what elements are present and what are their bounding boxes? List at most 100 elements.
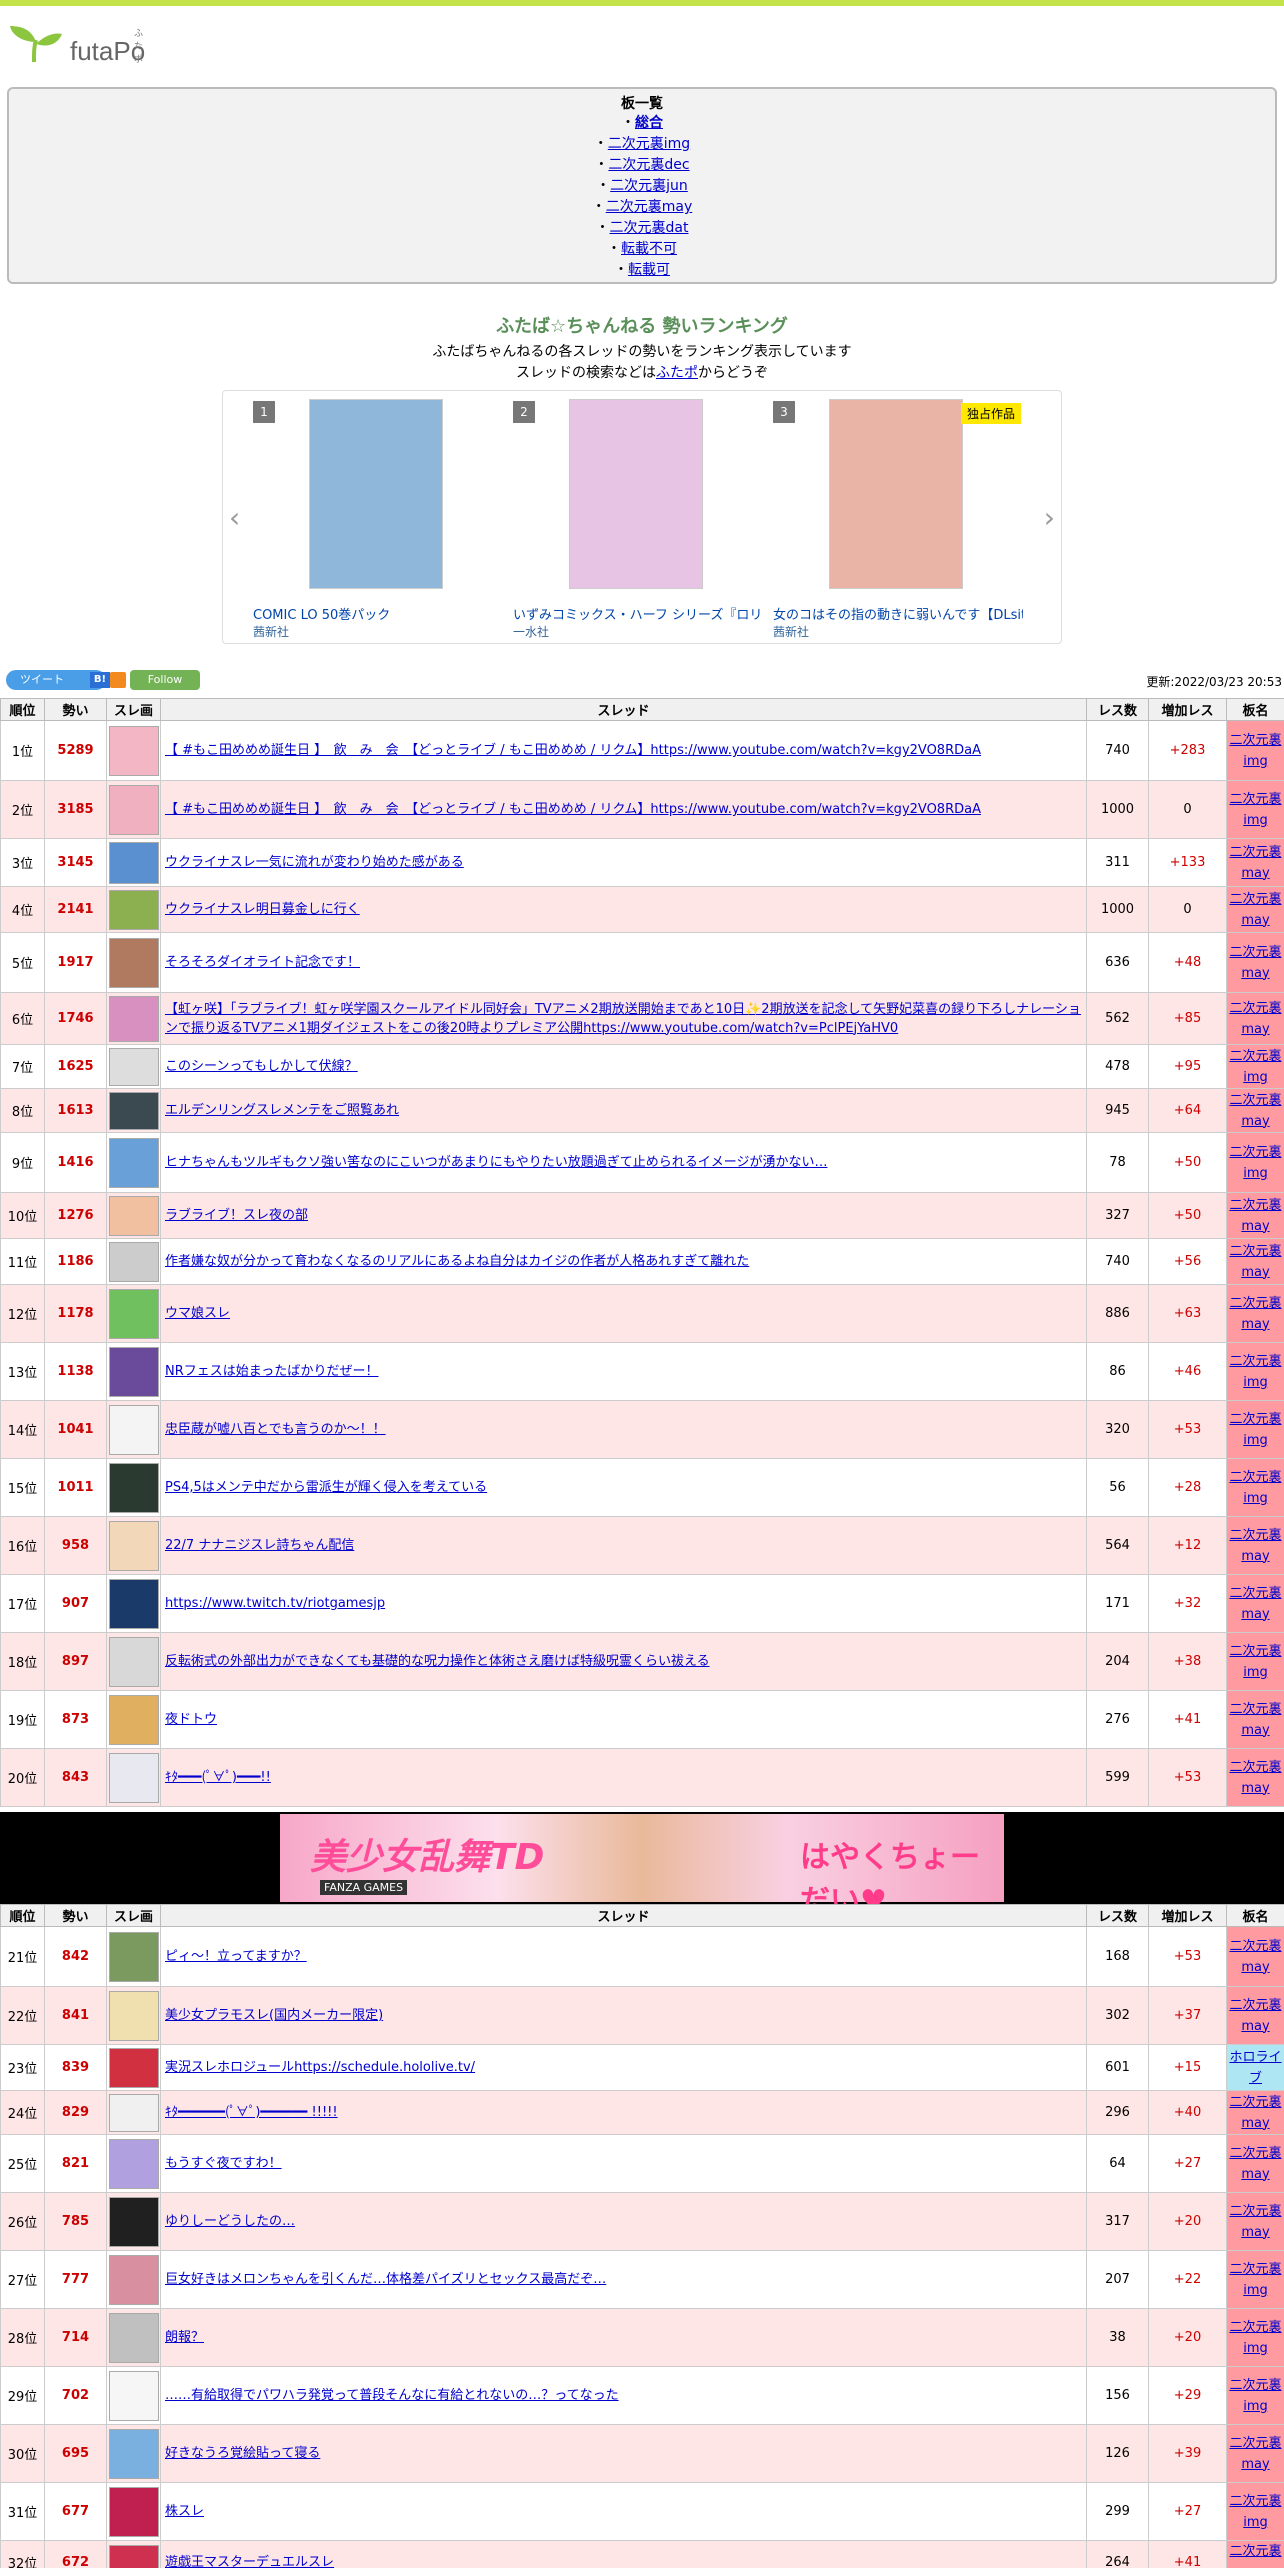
board-name-link[interactable]: 二次元裏may	[1229, 2095, 1281, 2131]
thread-thumbnail[interactable]	[108, 2093, 159, 2132]
thread-link[interactable]: 【 #もこ田めめめ誕生日 】 飲 み 会 【どっとライブ / もこ田めめめ / …	[165, 802, 981, 817]
follow-button[interactable]: Follow	[130, 670, 200, 690]
thread-link[interactable]: 美少女プラモスレ(国内メーカー限定)	[165, 2008, 383, 2023]
thread-thumbnail[interactable]	[108, 2545, 159, 2568]
thread-thumbnail[interactable]	[108, 2196, 159, 2247]
board-name-link[interactable]: 二次元裏img	[1229, 733, 1281, 769]
card-cover-image[interactable]	[829, 399, 963, 589]
thread-thumbnail[interactable]	[108, 1520, 159, 1571]
board-name-link[interactable]: 二次元裏may	[1229, 2146, 1281, 2182]
thread-thumbnail[interactable]	[108, 2370, 159, 2421]
thread-thumbnail[interactable]	[108, 2486, 159, 2537]
board-name-link[interactable]: 二次元裏img	[1229, 1412, 1281, 1448]
board-name-link[interactable]: 二次元裏img	[1229, 1145, 1281, 1181]
thread-thumbnail[interactable]	[108, 1931, 159, 1982]
thread-link[interactable]: 巨女好きはメロンちゃんを引くんだ…体格差パイズリとセックス最高だぞ…	[165, 2272, 606, 2287]
thread-link[interactable]: 忠臣蔵が嘘八百とでも言うのか〜！！	[165, 1422, 386, 1437]
board-name-link[interactable]: 二次元裏may	[1229, 1528, 1281, 1564]
board-name-link[interactable]: 二次元裏img	[1229, 1049, 1281, 1085]
carousel-card[interactable]: 1 COMIC LO 50巻パック 茜新社	[253, 399, 503, 639]
board-name-link[interactable]: 二次元裏may	[1229, 1586, 1281, 1622]
board-name-link[interactable]: 二次元裏may	[1229, 1001, 1281, 1037]
board-name-link[interactable]: 二次元裏may	[1229, 1998, 1281, 2034]
board-name-link[interactable]: 二次元裏img	[1229, 2320, 1281, 2356]
card-publisher[interactable]: 茜新社	[773, 623, 809, 640]
thread-link[interactable]: ウマ娘スレ	[165, 1306, 230, 1321]
thread-link[interactable]: ｷﾀ━━━━━━(ﾟ∀ﾟ)━━━━━━ !!!!!	[165, 2105, 338, 2120]
thread-link[interactable]: 【 #もこ田めめめ誕生日 】 飲 み 会 【どっとライブ / もこ田めめめ / …	[165, 743, 981, 758]
thread-link[interactable]: 朗報？	[165, 2330, 204, 2345]
board-name-link[interactable]: 二次元裏img	[1229, 1644, 1281, 1680]
thread-link[interactable]: ……有給取得でパワハラ発覚って普段そんなに有給とれないの…？ってなった	[165, 2388, 619, 2403]
carousel-card[interactable]: 2 いずみコミックス・ハーフ シリーズ『ロリパック』7冊同梱一水社	[513, 399, 763, 639]
ad-banner[interactable]: 美少女乱舞TD はやくちょーだい♥ FANZA GAMES	[280, 1814, 1004, 1919]
board-link[interactable]: 転載可	[628, 262, 670, 278]
card-cover-image[interactable]	[569, 399, 703, 589]
board-name-link[interactable]: 二次元裏may	[1229, 2544, 1281, 2568]
thread-thumbnail[interactable]	[108, 1288, 159, 1339]
carousel-card[interactable]: 3 独占作品女のコはその指の動きに弱いんです【DLsite限定】茜新社	[773, 399, 1023, 639]
carousel-next-icon[interactable]: ›	[1044, 501, 1055, 534]
card-publisher[interactable]: 一水社	[513, 623, 549, 640]
thread-thumbnail[interactable]	[108, 937, 159, 988]
board-name-link[interactable]: 二次元裏may	[1229, 845, 1281, 881]
futapo-link[interactable]: ふたポ	[656, 365, 698, 381]
thread-link[interactable]: もうすぐ夜ですわ！	[165, 2156, 282, 2171]
site-logo[interactable]: futaPo ふたポ	[6, 22, 146, 66]
thread-thumbnail[interactable]	[108, 1636, 159, 1687]
thread-link[interactable]: 夜ドトウ	[165, 1712, 217, 1727]
card-title[interactable]: いずみコミックス・ハーフ シリーズ『ロリパック』7冊同梱	[513, 604, 763, 623]
board-name-link[interactable]: 二次元裏may	[1229, 1244, 1281, 1280]
card-title[interactable]: COMIC LO 50巻パック	[253, 604, 503, 623]
board-link[interactable]: 二次元裏jun	[610, 178, 688, 194]
thread-thumbnail[interactable]	[108, 995, 159, 1042]
board-name-link[interactable]: ホロライブ	[1229, 2050, 1281, 2086]
thread-thumbnail[interactable]	[108, 841, 159, 884]
thread-thumbnail[interactable]	[108, 2138, 159, 2189]
thread-thumbnail[interactable]	[108, 1404, 159, 1455]
thread-link[interactable]: ゆりしーどうしたの…	[165, 2214, 295, 2229]
board-name-link[interactable]: 二次元裏img	[1229, 792, 1281, 828]
board-name-link[interactable]: 二次元裏may	[1229, 1760, 1281, 1796]
thread-link[interactable]: NRフェスは始まったばかりだぜー！	[165, 1364, 379, 1379]
thread-thumbnail[interactable]	[108, 2428, 159, 2479]
thread-thumbnail[interactable]	[108, 2254, 159, 2305]
board-name-link[interactable]: 二次元裏img	[1229, 1470, 1281, 1506]
board-link[interactable]: 転載不可	[621, 241, 677, 257]
thread-thumbnail[interactable]	[108, 1462, 159, 1513]
thread-thumbnail[interactable]	[108, 784, 159, 835]
thread-thumbnail[interactable]	[108, 1990, 159, 2041]
thread-thumbnail[interactable]	[108, 1752, 159, 1803]
board-link[interactable]: 二次元裏img	[608, 136, 690, 152]
thread-thumbnail[interactable]	[108, 1578, 159, 1629]
thread-thumbnail[interactable]	[108, 2312, 159, 2363]
thread-thumbnail[interactable]	[108, 889, 159, 930]
thread-thumbnail[interactable]	[108, 1346, 159, 1397]
card-publisher[interactable]: 茜新社	[253, 623, 289, 640]
thread-link[interactable]: ｷﾀ━━━(ﾟ∀ﾟ)━━━!!	[165, 1770, 271, 1785]
carousel-prev-icon[interactable]: ‹	[229, 501, 240, 534]
board-name-link[interactable]: 二次元裏may	[1229, 945, 1281, 981]
thread-link[interactable]: エルデンリングスレメンテをご照覧あれ	[165, 1103, 399, 1118]
thread-thumbnail[interactable]	[108, 1091, 159, 1130]
thread-link[interactable]: 好きなうろ覚絵貼って寝る	[165, 2446, 320, 2461]
board-name-link[interactable]: 二次元裏may	[1229, 1093, 1281, 1129]
board-name-link[interactable]: 二次元裏may	[1229, 892, 1281, 928]
thread-link[interactable]: 遊戯王マスターデュエルスレ	[165, 2555, 334, 2568]
thread-link[interactable]: PS4,5はメンテ中だから雷派生が輝く侵入を考えている	[165, 1480, 487, 1495]
thread-thumbnail[interactable]	[108, 2047, 159, 2088]
thread-link[interactable]: そろそろダイオライト記念です！	[165, 955, 360, 970]
board-name-link[interactable]: 二次元裏may	[1229, 1939, 1281, 1975]
thread-link[interactable]: ウクライナスレ一気に流れが変わり始めた感がある	[165, 855, 464, 870]
board-name-link[interactable]: 二次元裏img	[1229, 2378, 1281, 2414]
thread-link[interactable]: ピィ〜！立ってますか？	[165, 1949, 307, 1964]
thread-link[interactable]: ラブライブ！スレ夜の部	[165, 1208, 308, 1223]
thread-thumbnail[interactable]	[108, 1047, 159, 1086]
thread-link[interactable]: 作者嫌な奴が分かって育わなくなるのリアルにあるよね自分はカイジの作者が人格あれす…	[165, 1254, 749, 1269]
thread-thumbnail[interactable]	[108, 1195, 159, 1236]
thread-link[interactable]: ヒナちゃんもツルギもクソ強い筈なのにこいつがあまりにもやりたい放題過ぎて止められ…	[165, 1155, 827, 1170]
board-link[interactable]: 二次元裏dec	[608, 157, 689, 173]
thread-link[interactable]: ウクライナスレ明日募金しに行く	[165, 902, 360, 917]
board-name-link[interactable]: 二次元裏img	[1229, 1354, 1281, 1390]
thread-thumbnail[interactable]	[108, 1694, 159, 1745]
